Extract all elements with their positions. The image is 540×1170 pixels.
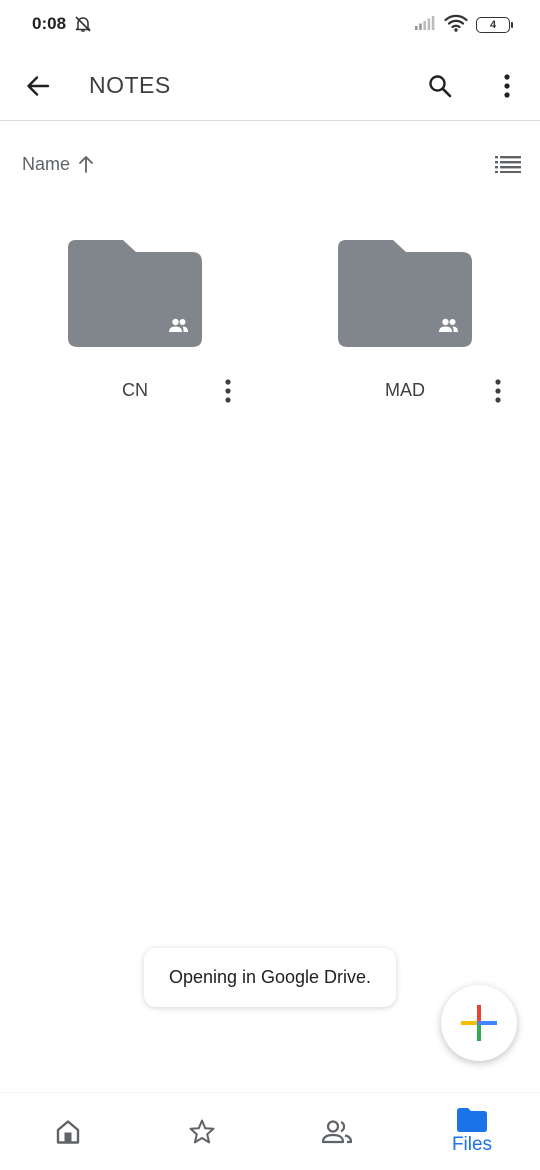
star-icon [189, 1119, 215, 1144]
more-options-button[interactable] [489, 68, 525, 104]
status-time: 0:08 [32, 14, 67, 33]
folder-tile[interactable]: MAD [338, 240, 540, 420]
app-bar-divider [0, 120, 540, 121]
more-vert-icon [504, 74, 510, 98]
toast-message: Opening in Google Drive. [144, 948, 396, 1007]
page-title: NOTES [89, 72, 171, 98]
more-vert-icon [495, 379, 501, 403]
list-view-icon [495, 156, 521, 173]
folder-name: CN [122, 380, 148, 400]
people-icon [321, 1120, 353, 1144]
back-button[interactable] [20, 68, 56, 104]
nav-home[interactable] [36, 1093, 100, 1170]
search-button[interactable] [422, 68, 458, 104]
view-toggle-button[interactable] [492, 150, 524, 178]
wifi-icon [444, 14, 468, 37]
nav-shared[interactable] [305, 1093, 369, 1170]
shared-folder-icon [338, 240, 472, 348]
shared-folder-icon [68, 240, 202, 348]
new-button[interactable] [441, 985, 517, 1061]
folder-icon [457, 1108, 487, 1132]
folder-tile[interactable]: CN [68, 240, 308, 420]
battery-icon: 4 [476, 17, 513, 33]
folder-more-button[interactable] [486, 376, 510, 406]
sort-label: Name [22, 153, 71, 174]
folder-more-button[interactable] [216, 376, 240, 406]
arrow-up-icon [79, 156, 93, 173]
signal-icon [414, 15, 436, 36]
search-icon [429, 75, 452, 98]
bottom-navigation: Files [0, 1092, 540, 1170]
status-bar: 0:08 4 [0, 0, 540, 50]
nav-starred[interactable] [170, 1093, 234, 1170]
sort-button[interactable]: Name [22, 150, 94, 178]
folder-name: MAD [385, 380, 425, 400]
more-vert-icon [225, 379, 231, 403]
nav-files-label: Files [451, 1134, 493, 1155]
nav-files[interactable]: Files [436, 1093, 508, 1170]
plus-multicolor-icon [461, 1005, 497, 1041]
app-bar: NOTES [0, 52, 540, 120]
back-arrow-icon [27, 76, 50, 96]
home-icon [56, 1120, 80, 1144]
bell-off-icon [74, 15, 92, 33]
